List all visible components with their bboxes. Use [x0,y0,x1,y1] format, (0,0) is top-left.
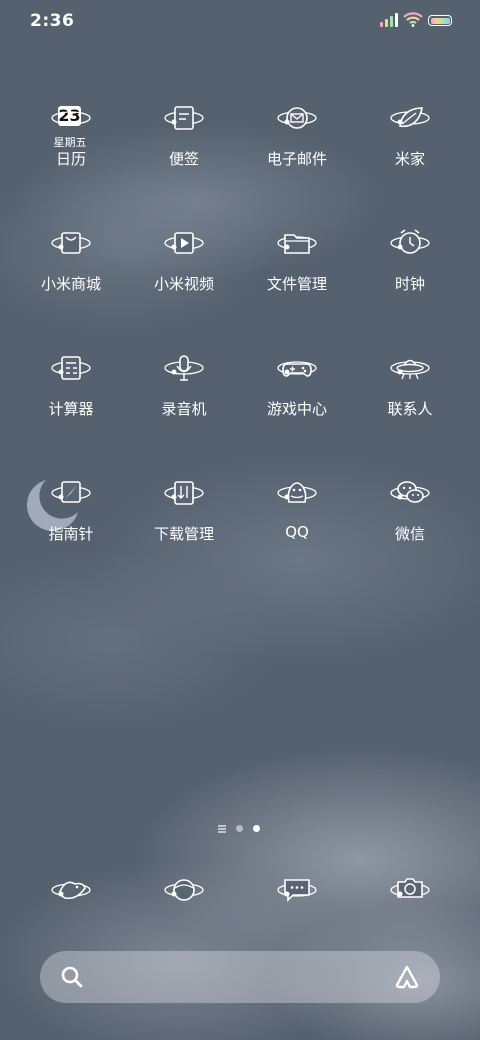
app-wechat[interactable]: 微信 [354,475,466,567]
bird-icon[interactable] [51,870,91,910]
app-label: 下载管理 [153,525,214,543]
calendar-icon [51,111,91,125]
app-label: 时钟 [394,275,425,293]
app-compass[interactable]: 指南针 [15,475,127,567]
app-calendar[interactable]: 日历 [15,100,127,192]
microphone-icon [164,355,204,381]
app-label: 录音机 [161,400,207,418]
video-icon [164,232,204,254]
app-label: 日历 [55,150,86,168]
page-indicator[interactable] [218,824,262,834]
camera-icon[interactable] [390,870,430,910]
download-icon [164,481,204,505]
app-label: 游戏中心 [266,400,327,418]
app-label: 小米商城 [40,275,101,293]
gamepad-icon [277,361,317,377]
app-recorder[interactable]: 录音机 [128,350,240,442]
email-icon [277,107,317,129]
search-icon[interactable] [60,965,84,989]
app-label: 联系人 [387,400,433,418]
battery-icon [428,15,452,26]
folder-icon [277,234,317,254]
planet-icon[interactable] [164,870,204,910]
app-calculator[interactable]: 计算器 [15,350,127,442]
app-email[interactable]: 电子邮件 [241,100,353,192]
feed-page-icon [218,825,226,833]
app-label: 指南针 [48,525,94,543]
status-time: 2:36 [30,11,75,31]
message-icon[interactable] [277,870,317,910]
status-bar: 2:36 [0,0,480,42]
app-mi-store[interactable]: 小米商城 [15,225,127,317]
app-label: 文件管理 [266,275,327,293]
app-label: 米家 [394,150,425,168]
app-contacts[interactable]: 联系人 [354,350,466,442]
chat-bubbles-icon [390,481,430,503]
app-label: 电子邮件 [266,150,327,168]
app-mi-video[interactable]: 小米视频 [128,225,240,317]
app-label: 小米视频 [153,275,214,293]
app-label: 计算器 [48,400,94,418]
app-label: QQ [285,523,309,541]
notes-icon [164,106,204,130]
penguin-icon [277,482,317,503]
app-qq[interactable]: QQ [241,475,353,567]
app-file-manager[interactable]: 文件管理 [241,225,353,317]
app-clock[interactable]: 时钟 [354,225,466,317]
leaf-icon [390,107,430,128]
app-downloads[interactable]: 下载管理 [128,475,240,567]
compass-icon [51,481,91,503]
ai-assistant-icon[interactable] [394,964,420,990]
page-dot-active [253,825,260,832]
app-mijia[interactable]: 米家 [354,100,466,192]
alarm-clock-icon [390,229,430,254]
wifi-icon [403,12,423,27]
app-label: 微信 [394,525,425,543]
app-notes[interactable]: 便签 [128,100,240,192]
signal-icon [380,13,400,27]
page-dot [236,825,243,832]
app-label: 便签 [168,150,199,168]
app-game-center[interactable]: 游戏中心 [241,350,353,442]
ufo-icon [390,359,430,380]
shopping-bag-icon [51,232,91,254]
calculator-icon [51,356,91,380]
search-bar[interactable] [40,951,440,1003]
